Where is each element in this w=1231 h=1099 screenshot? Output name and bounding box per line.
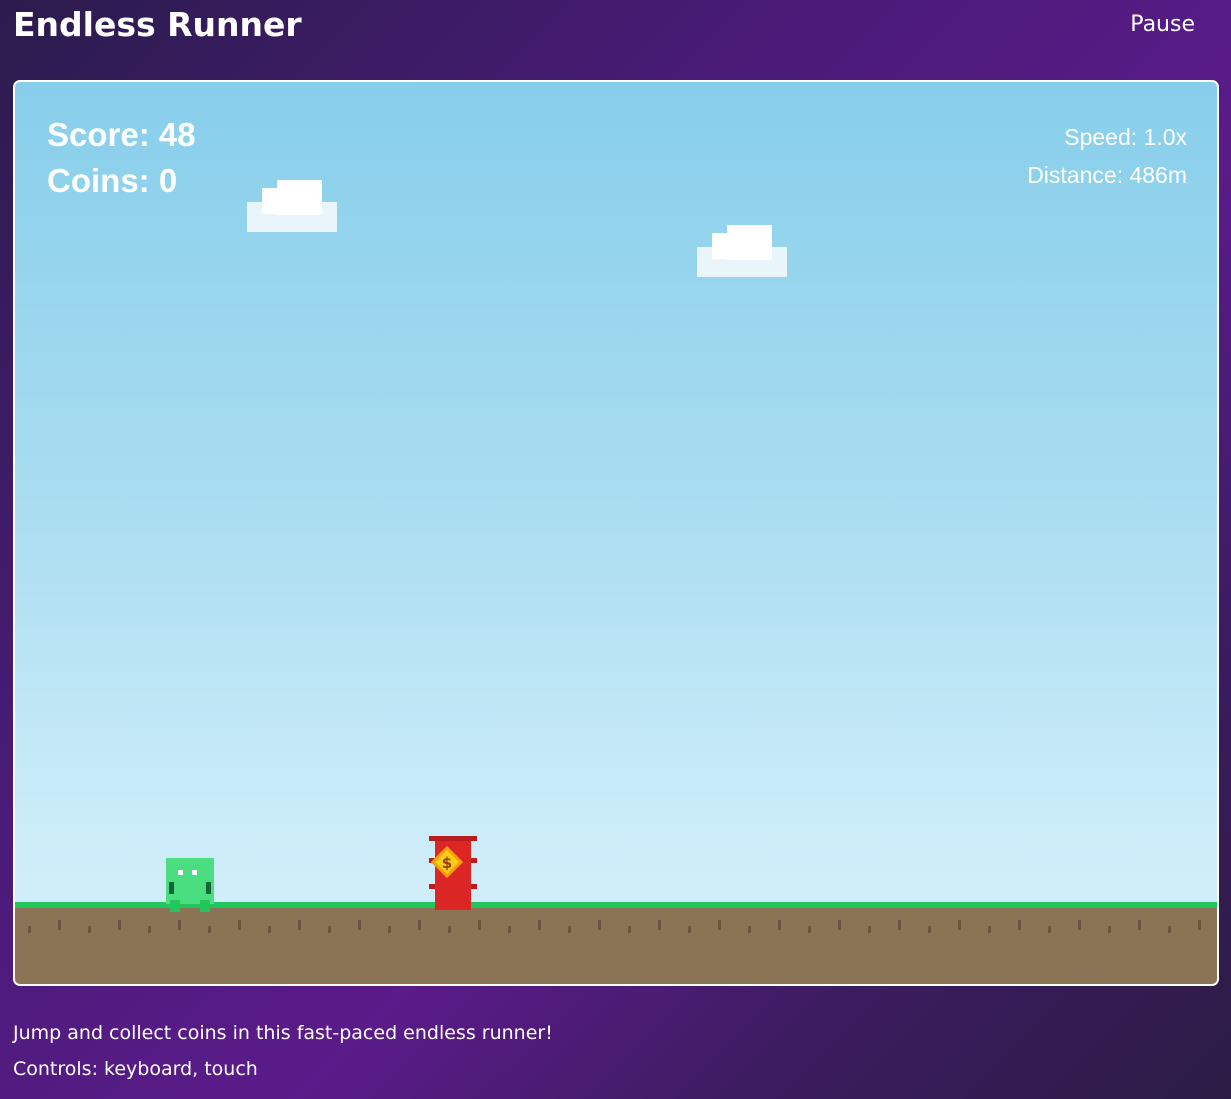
ground-tick [838, 920, 841, 930]
ground [15, 902, 1217, 984]
ground-tick [658, 920, 661, 930]
ground-tick [268, 926, 271, 933]
ground-tick [778, 920, 781, 930]
ground-tick [868, 926, 871, 933]
ground-tick [958, 920, 961, 930]
controls-info: Controls: keyboard, touch [13, 1058, 258, 1080]
speed-display: Speed: 1.0x [1064, 124, 1187, 150]
game-canvas[interactable]: Score: 48 Coins: 0 Speed: 1.0x Distance:… [13, 80, 1219, 986]
ground-tick [748, 926, 751, 933]
cloud-icon [697, 225, 789, 279]
ground-tick [1168, 926, 1171, 933]
ground-tick [58, 920, 61, 930]
ground-tick [148, 926, 151, 933]
distance-display: Distance: 486m [1027, 162, 1187, 188]
ground-tick [628, 926, 631, 933]
ground-tick [688, 926, 691, 933]
ground-tick [988, 926, 991, 933]
ground-tick [1198, 920, 1201, 930]
ground-tick [508, 926, 511, 933]
ground-tick [1048, 926, 1051, 933]
ground-tick [928, 926, 931, 933]
ground-tick [448, 926, 451, 933]
obstacle-pillar-icon: $ [429, 836, 479, 910]
ground-tick [1078, 920, 1081, 930]
top-bar: Endless Runner Pause [0, 0, 1231, 56]
ground-tick [1138, 920, 1141, 930]
ground-tick [718, 920, 721, 930]
ground-tick [538, 920, 541, 930]
ground-tick [178, 920, 181, 930]
score-display: Score: 48 [47, 116, 196, 153]
ground-tick [88, 926, 91, 933]
cloud-icon [247, 180, 339, 234]
ground-tick [1018, 920, 1021, 930]
ground-tick [568, 926, 571, 933]
ground-tick [418, 920, 421, 930]
ground-tick [478, 920, 481, 930]
ground-tick [1108, 926, 1111, 933]
ground-tick [808, 926, 811, 933]
player-character-icon [166, 858, 214, 912]
ground-tick [388, 926, 391, 933]
ground-tick [238, 920, 241, 930]
ground-tick [358, 920, 361, 930]
ground-tick [118, 920, 121, 930]
app-title: Endless Runner [13, 5, 302, 44]
ground-tick [598, 920, 601, 930]
ground-tick [208, 926, 211, 933]
ground-tick [28, 926, 31, 933]
game-description: Jump and collect coins in this fast-pace… [13, 1022, 553, 1044]
hud-info: Speed: 1.0x Distance: 486m [1027, 118, 1187, 194]
svg-text:$: $ [442, 854, 452, 872]
ground-tick [898, 920, 901, 930]
coins-display: Coins: 0 [47, 162, 178, 199]
pause-button[interactable]: Pause [1130, 12, 1195, 37]
hud-stats: Score: 48 Coins: 0 [47, 112, 196, 204]
ground-tick [328, 926, 331, 933]
ground-tick [298, 920, 301, 930]
